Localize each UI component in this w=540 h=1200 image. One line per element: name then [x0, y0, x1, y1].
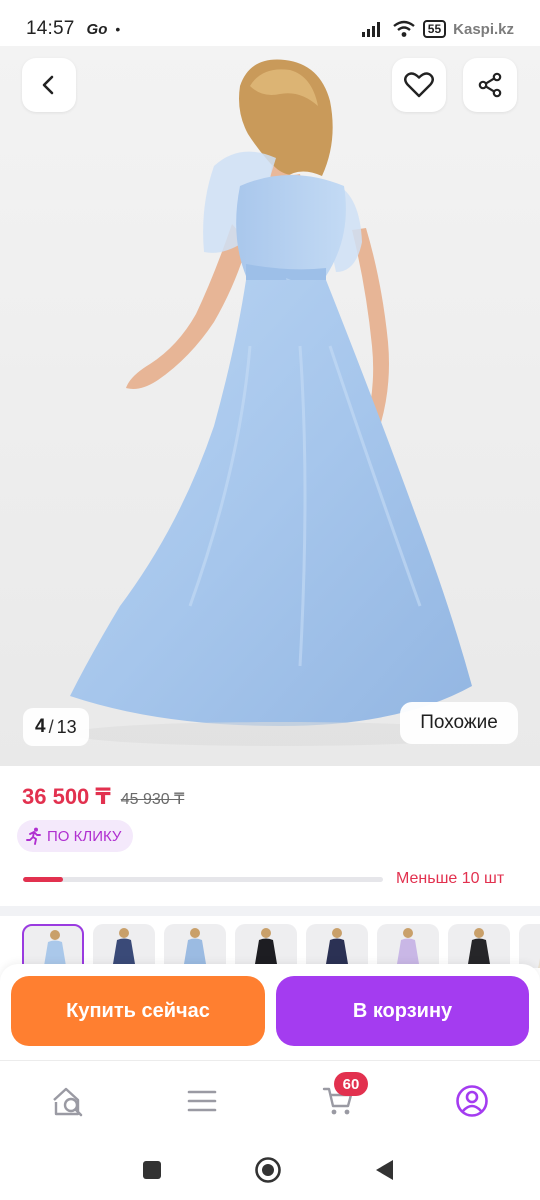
- image-counter-current: 4: [35, 716, 46, 737]
- nav-catalog[interactable]: [180, 1079, 224, 1123]
- variant-photo: [182, 928, 208, 968]
- stock-progress-bar: [23, 877, 383, 882]
- variant-thumbnail-light-blue[interactable]: [22, 924, 84, 968]
- status-time: 14:57: [26, 18, 75, 39]
- promo-label: ПО КЛИКУ: [47, 827, 122, 845]
- stock-label: Меньше 10 шт: [396, 870, 505, 887]
- triangle-back-icon: [376, 1160, 393, 1180]
- profile-icon: [456, 1085, 488, 1117]
- notification-dot-icon: •: [115, 21, 121, 37]
- image-counter-separator: /: [48, 716, 54, 737]
- catalog-icon: [187, 1090, 217, 1112]
- wifi-icon: [393, 20, 415, 37]
- battery-icon: 55: [422, 20, 447, 38]
- product-screen: 14:57 Go • 55 Kaspi.kz 4 / 13 Похожие 36…: [0, 0, 540, 1200]
- image-counter-total: 13: [56, 716, 77, 737]
- square-icon: [143, 1161, 161, 1179]
- notification-app-icon: Go: [86, 20, 108, 38]
- promo-badge[interactable]: ПО КЛИКУ: [17, 820, 134, 852]
- home-button[interactable]: [252, 1154, 284, 1186]
- variant-thumbnail-cream[interactable]: [519, 924, 540, 968]
- variant-thumbnail-blue[interactable]: [164, 924, 226, 968]
- variant-thumbnail-navy[interactable]: [306, 924, 368, 968]
- section-divider: [0, 906, 540, 916]
- image-counter: 4 / 13: [23, 708, 89, 746]
- action-bar: Купить сейчас В корзину: [0, 964, 540, 1060]
- variant-thumbnail-black[interactable]: [235, 924, 297, 968]
- variant-thumbnail-lavender[interactable]: [377, 924, 439, 968]
- system-back-button[interactable]: [368, 1154, 400, 1186]
- status-icons: 55 Kaspi.kz: [361, 20, 514, 38]
- nav-profile[interactable]: [450, 1079, 494, 1123]
- back-button[interactable]: [22, 58, 76, 112]
- buy-now-button[interactable]: Купить сейчас: [11, 976, 265, 1046]
- heart-icon: [404, 72, 434, 98]
- add-to-cart-button[interactable]: В корзину: [276, 976, 529, 1046]
- variant-photo: [253, 928, 279, 968]
- bottom-navigation: [0, 1060, 540, 1140]
- price-row: 36 500 ₸ 45 930 ₸: [22, 784, 184, 810]
- share-button[interactable]: [463, 58, 517, 112]
- variant-photo: [395, 928, 421, 968]
- cart-count-badge: 60: [334, 1072, 368, 1096]
- variant-thumbnail-black-lace[interactable]: [448, 924, 510, 968]
- variant-photo: [466, 928, 492, 968]
- variant-photo: [537, 958, 540, 968]
- variant-photo: [324, 928, 350, 968]
- nav-home[interactable]: [46, 1079, 90, 1123]
- similar-products-button[interactable]: Похожие: [400, 702, 518, 744]
- running-person-icon: [26, 827, 41, 845]
- recent-apps-button[interactable]: [136, 1154, 168, 1186]
- share-icon: [478, 72, 502, 98]
- back-arrow-icon: [42, 75, 54, 95]
- product-image-carousel[interactable]: 4 / 13 Похожие: [0, 46, 540, 766]
- home-search-icon: [53, 1087, 83, 1117]
- current-price: 36 500 ₸: [22, 784, 111, 809]
- variant-photo: [111, 928, 137, 968]
- system-navigation-bar: [0, 1140, 540, 1200]
- circle-home-icon: [255, 1157, 281, 1183]
- variant-thumbnails: [22, 924, 540, 968]
- old-price: 45 930 ₸: [120, 791, 185, 808]
- product-photo: [70, 59, 490, 746]
- favorite-button[interactable]: [392, 58, 446, 112]
- stock-progress-fill: [23, 877, 63, 882]
- variant-photo: [43, 930, 67, 968]
- signal-icon: [361, 22, 380, 37]
- watermark-text: Kaspi.kz: [453, 20, 514, 38]
- variant-thumbnail-navy-print[interactable]: [93, 924, 155, 968]
